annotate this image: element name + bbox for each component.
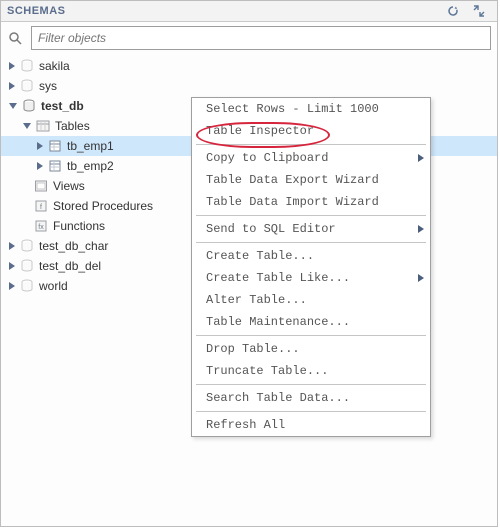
table-label: tb_emp1 — [67, 139, 114, 153]
database-icon — [19, 58, 35, 74]
context-menu: Select Rows - Limit 1000 Table Inspector… — [191, 97, 431, 437]
refresh-icon[interactable] — [445, 3, 461, 19]
expand-arrow-icon[interactable] — [37, 142, 43, 150]
menu-send-sql-label: Send to SQL Editor — [206, 222, 336, 236]
menu-table-inspector[interactable]: Table Inspector — [192, 120, 430, 142]
schemas-panel: SCHEMAS sakila sys — [0, 0, 498, 527]
schema-label: world — [39, 279, 68, 293]
menu-divider — [196, 242, 426, 243]
menu-divider — [196, 411, 426, 412]
panel-title: SCHEMAS — [7, 5, 445, 17]
database-icon — [21, 98, 37, 114]
filter-row — [1, 22, 497, 54]
database-icon — [19, 78, 35, 94]
submenu-arrow-icon — [418, 154, 424, 162]
expand-arrow-icon[interactable] — [9, 62, 15, 70]
svg-text:fx: fx — [38, 224, 44, 231]
collapse-arrow-icon[interactable] — [23, 123, 31, 129]
stored-procedures-label: Stored Procedures — [53, 199, 153, 213]
menu-alter-table[interactable]: Alter Table... — [192, 289, 430, 311]
panel-header: SCHEMAS — [1, 1, 497, 22]
expand-arrow-icon[interactable] — [9, 282, 15, 290]
menu-refresh-all[interactable]: Refresh All — [192, 414, 430, 436]
expand-icon[interactable] — [471, 3, 487, 19]
views-icon — [33, 178, 49, 194]
table-icon — [47, 158, 63, 174]
schema-label: test_db_del — [39, 259, 101, 273]
expand-arrow-icon[interactable] — [9, 242, 15, 250]
menu-divider — [196, 215, 426, 216]
menu-select-rows[interactable]: Select Rows - Limit 1000 — [192, 98, 430, 120]
menu-send-sql[interactable]: Send to SQL Editor — [192, 218, 430, 240]
expand-arrow-icon[interactable] — [9, 82, 15, 90]
views-label: Views — [53, 179, 85, 193]
menu-drop-table[interactable]: Drop Table... — [192, 338, 430, 360]
schema-node-sakila[interactable]: sakila — [1, 56, 497, 76]
menu-copy-clipboard-label: Copy to Clipboard — [206, 151, 328, 165]
schema-label: sys — [39, 79, 57, 93]
database-icon — [19, 278, 35, 294]
schema-label: test_db — [41, 99, 84, 113]
expand-arrow-icon[interactable] — [9, 262, 15, 270]
menu-divider — [196, 144, 426, 145]
table-label: tb_emp2 — [67, 159, 114, 173]
database-icon — [19, 258, 35, 274]
submenu-arrow-icon — [418, 225, 424, 233]
table-icon — [47, 138, 63, 154]
menu-truncate-table[interactable]: Truncate Table... — [192, 360, 430, 382]
menu-copy-clipboard[interactable]: Copy to Clipboard — [192, 147, 430, 169]
menu-create-table[interactable]: Create Table... — [192, 245, 430, 267]
schema-label: test_db_char — [39, 239, 108, 253]
stored-procedures-icon: f — [33, 198, 49, 214]
database-icon — [19, 238, 35, 254]
submenu-arrow-icon — [418, 274, 424, 282]
menu-export-wizard[interactable]: Table Data Export Wizard — [192, 169, 430, 191]
schema-label: sakila — [39, 59, 70, 73]
menu-divider — [196, 335, 426, 336]
tables-label: Tables — [55, 119, 90, 133]
expand-arrow-icon[interactable] — [37, 162, 43, 170]
tables-folder-icon — [35, 118, 51, 134]
schema-node-sys[interactable]: sys — [1, 76, 497, 96]
menu-create-table-like-label: Create Table Like... — [206, 271, 350, 285]
functions-label: Functions — [53, 219, 105, 233]
menu-import-wizard[interactable]: Table Data Import Wizard — [192, 191, 430, 213]
menu-table-maintenance[interactable]: Table Maintenance... — [192, 311, 430, 333]
search-icon — [7, 30, 23, 46]
functions-icon: fx — [33, 218, 49, 234]
filter-input[interactable] — [31, 26, 491, 50]
menu-create-table-like[interactable]: Create Table Like... — [192, 267, 430, 289]
menu-divider — [196, 384, 426, 385]
svg-text:f: f — [40, 204, 42, 211]
collapse-arrow-icon[interactable] — [9, 103, 17, 109]
menu-search-table-data[interactable]: Search Table Data... — [192, 387, 430, 409]
